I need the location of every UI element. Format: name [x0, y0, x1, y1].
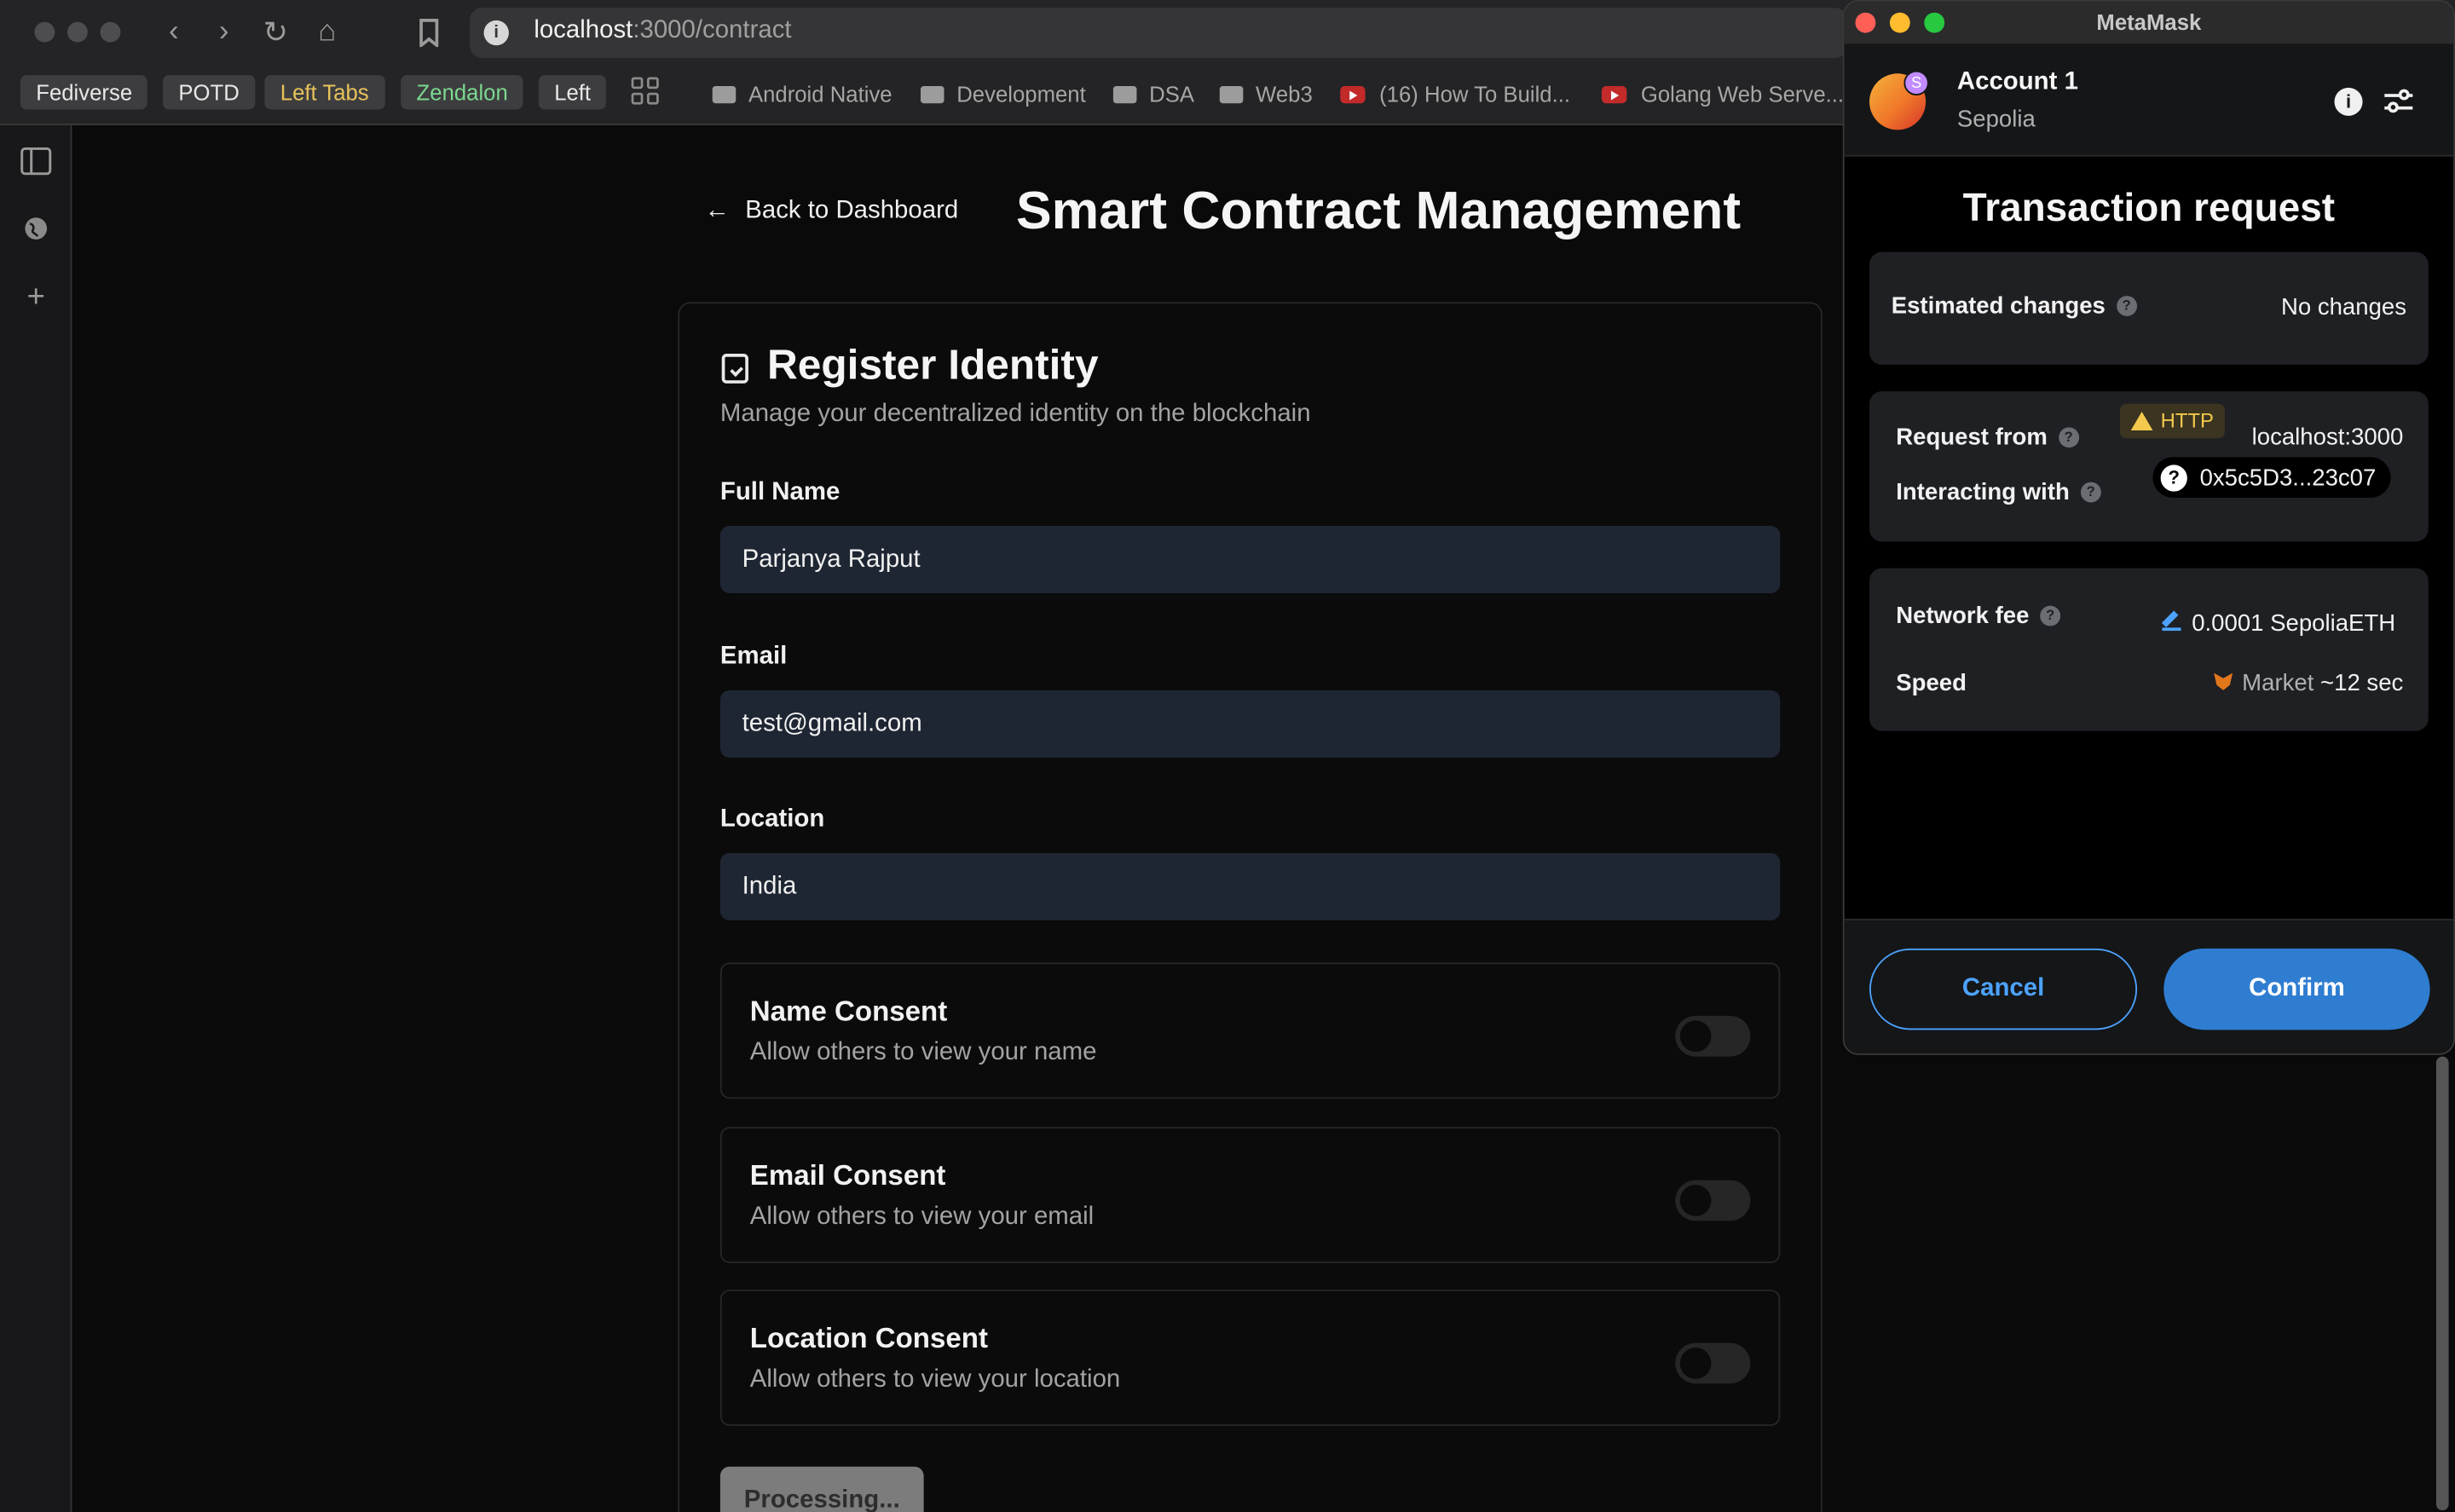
warning-icon [2130, 411, 2153, 431]
toggle-knob [1679, 1348, 1712, 1379]
network-fee-label: Network fee? [1896, 603, 2061, 629]
toggle-knob [1679, 1185, 1712, 1216]
screen: ‹ › ↻ ⌂ i localhost:3000/contract Fedive… [0, 0, 2455, 1512]
reload-icon[interactable]: ↻ [255, 13, 296, 54]
estimated-changes-value: No changes [2280, 294, 2407, 321]
page-scrollbar[interactable] [2435, 1056, 2449, 1511]
consent-description: Allow others to view your email [749, 1203, 1095, 1231]
help-icon[interactable]: ? [2040, 605, 2061, 626]
bookmark-folder[interactable]: Web3 [1219, 77, 1313, 111]
close-window-button[interactable] [34, 21, 55, 43]
card-title: Register Identity [766, 341, 1099, 389]
help-icon[interactable]: ? [2116, 296, 2137, 316]
bookmark-folder[interactable]: DSA [1112, 77, 1194, 111]
url-text: localhost:3000/contract [534, 17, 792, 44]
metamask-titlebar: MetaMask [1844, 1, 2454, 44]
zoom-window-button[interactable] [100, 21, 121, 43]
back-to-dashboard-link[interactable]: ← Back to Dashboard [705, 197, 959, 225]
bookmark-folder[interactable]: Development [920, 77, 1086, 111]
help-icon[interactable]: ? [2080, 482, 2101, 503]
account-name: Account 1 [1956, 68, 2078, 96]
account-header: S Account 1 Sepolia i [1844, 43, 2454, 157]
http-warning-badge: HTTP [2119, 403, 2225, 439]
location-consent-toggle[interactable] [1675, 1342, 1751, 1384]
browser-sidebar: + [0, 124, 72, 1512]
address-bar[interactable]: i localhost:3000/contract [470, 8, 1848, 58]
site-info-icon[interactable]: i [483, 20, 509, 46]
sidebar-toggle-icon[interactable] [19, 144, 53, 178]
location-input[interactable] [719, 852, 1781, 920]
document-check-icon [721, 354, 748, 384]
card-subtitle: Manage your decentralized identity on th… [719, 401, 1311, 428]
bookmark-chip[interactable]: POTD [163, 75, 256, 110]
metamask-window-title: MetaMask [2096, 9, 2202, 35]
cancel-button[interactable]: Cancel [1869, 948, 2138, 1030]
bookmark-chip[interactable]: Left [538, 75, 607, 110]
edit-pencil-icon [2162, 612, 2181, 632]
arrow-left-icon: ← [704, 197, 730, 224]
consent-description: Allow others to view your name [749, 1039, 1097, 1066]
network-fee-value[interactable]: 0.0001 SepoliaETH [2162, 610, 2395, 637]
youtube-icon [1340, 85, 1366, 103]
fee-details-box: Network fee? 0.0001 SepoliaETH Speed Mar… [1869, 568, 2429, 731]
name-consent-row: Name Consent Allow others to view your n… [719, 962, 1781, 1099]
email-consent-toggle[interactable] [1675, 1180, 1751, 1221]
email-input[interactable] [719, 690, 1781, 758]
folder-icon [1112, 85, 1137, 103]
register-identity-card: Register Identity Manage your decentrali… [678, 302, 1822, 1512]
location-consent-row: Location Consent Allow others to view yo… [719, 1290, 1781, 1426]
folder-icon [712, 85, 736, 103]
page-title: Smart Contract Management [1016, 182, 1742, 241]
bookmark-chip[interactable]: Left Tabs [264, 75, 385, 110]
bookmark-chip[interactable]: Fediverse [20, 75, 148, 110]
transaction-heading: Transaction request [1962, 186, 2336, 230]
request-from-label: Request from? [1896, 424, 2079, 451]
bookmark-video[interactable]: (16) How To Build... [1340, 77, 1570, 111]
minimize-window-button[interactable] [66, 21, 88, 43]
help-icon[interactable]: ? [2058, 427, 2079, 448]
confirm-button[interactable]: Confirm [2163, 948, 2430, 1030]
name-consent-toggle[interactable] [1675, 1015, 1751, 1057]
globe-icon[interactable] [19, 211, 53, 245]
network-name: Sepolia [1956, 106, 2036, 134]
unknown-contract-icon: ? [2160, 464, 2187, 491]
metamask-popup: MetaMask S Account 1 Sepolia i Transacti… [1842, 0, 2455, 1055]
bookmark-folder[interactable]: Android Native [712, 77, 892, 111]
bookmark-chip[interactable]: Zendalon [401, 75, 524, 110]
full-name-input[interactable] [719, 526, 1781, 593]
folder-icon [920, 85, 944, 103]
bookmark-video[interactable]: Golang Web Serve... [1601, 77, 1844, 111]
request-from-value: localhost:3000 [2251, 424, 2404, 451]
consent-title: Location Consent [749, 1322, 988, 1354]
request-details-box: Request from? HTTP localhost:3000 Intera… [1869, 391, 2429, 542]
bookmark-icon[interactable] [408, 13, 449, 54]
youtube-icon [1601, 85, 1627, 103]
estimated-changes-box: Estimated changes? No changes [1869, 251, 2429, 365]
email-label: Email [719, 643, 788, 670]
settings-sliders-icon[interactable] [2382, 84, 2416, 118]
consent-title: Name Consent [749, 995, 948, 1027]
consent-description: Allow others to view your location [749, 1366, 1121, 1394]
location-label: Location [719, 805, 825, 833]
consent-title: Email Consent [749, 1159, 946, 1192]
toggle-knob [1679, 1020, 1712, 1053]
folder-icon [1219, 85, 1244, 103]
fox-icon [2214, 672, 2233, 690]
email-consent-row: Email Consent Allow others to view your … [719, 1127, 1781, 1263]
contract-address-pill[interactable]: ? 0x5c5D3...23c07 [2152, 457, 2390, 498]
speed-value: Market ~12 sec [2214, 670, 2403, 696]
home-icon[interactable]: ⌂ [307, 13, 348, 54]
action-footer: Cancel Confirm [1844, 918, 2454, 1053]
full-name-label: Full Name [719, 478, 840, 506]
info-icon[interactable]: i [2334, 87, 2363, 116]
speed-label: Speed [1896, 669, 1967, 697]
add-icon[interactable]: + [19, 280, 53, 315]
submit-button[interactable]: Processing... [719, 1466, 924, 1512]
back-icon[interactable]: ‹ [153, 13, 194, 54]
network-badge: S [1903, 70, 1929, 96]
interacting-with-label: Interacting with? [1896, 479, 2101, 505]
apps-grid-icon[interactable] [631, 77, 659, 105]
forward-icon[interactable]: › [204, 13, 245, 54]
estimated-changes-label: Estimated changes? [1892, 292, 2137, 320]
